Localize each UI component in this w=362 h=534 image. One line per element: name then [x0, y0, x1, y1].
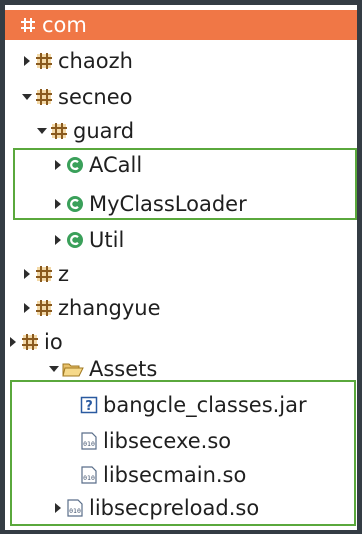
folder-open-icon: [62, 360, 84, 378]
tree-item-libsecexe-so[interactable]: 010 libsecexe.so: [5, 426, 357, 456]
svg-text:010: 010: [83, 440, 95, 448]
tree-item-label: ACall: [89, 153, 143, 177]
no-arrow: [66, 390, 78, 420]
tree-item-label: Assets: [89, 357, 158, 381]
class-icon: [66, 156, 84, 174]
tree-item-label: libsecmain.so: [103, 463, 247, 487]
expanded-arrow-icon[interactable]: [21, 82, 33, 112]
collapsed-arrow-icon[interactable]: [52, 189, 64, 219]
expand-arrow-icon[interactable]: [5, 10, 17, 40]
tree-item-acall[interactable]: ACall: [5, 150, 357, 180]
project-tree: com chaozh secneo guard ACall MyClassLoa…: [5, 5, 357, 530]
collapsed-arrow-icon[interactable]: [21, 259, 33, 289]
tree-item-label: io: [44, 330, 63, 354]
tree-item-secneo[interactable]: secneo: [5, 82, 357, 112]
binary-file-icon: 010: [80, 466, 98, 484]
tree-item-chaozh[interactable]: chaozh: [5, 46, 357, 76]
tree-item-libsecmain-so[interactable]: 010 libsecmain.so: [5, 460, 357, 490]
svg-text:010: 010: [69, 507, 81, 515]
collapsed-arrow-icon[interactable]: [21, 46, 33, 76]
tree-item-label: MyClassLoader: [89, 192, 247, 216]
tree-item-label: Util: [89, 228, 125, 252]
svg-text:?: ?: [85, 399, 93, 414]
tree-item-io[interactable]: io: [5, 327, 357, 357]
no-arrow: [66, 460, 78, 490]
tree-item-zhangyue[interactable]: zhangyue: [5, 293, 357, 323]
package-icon: [35, 52, 53, 70]
collapsed-arrow-icon[interactable]: [21, 293, 33, 323]
tree-item-label: libsecpreload.so: [89, 496, 260, 520]
expanded-arrow-icon[interactable]: [48, 354, 60, 384]
tree-item-com[interactable]: com: [5, 10, 357, 40]
tree-item-label: secneo: [58, 85, 133, 109]
tree-item-label: guard: [73, 119, 135, 143]
tree-item-label: chaozh: [58, 49, 133, 73]
tree-item-label: libsecexe.so: [103, 429, 232, 453]
binary-file-icon: 010: [66, 499, 84, 517]
tree-item-myclassloader[interactable]: MyClassLoader: [5, 189, 357, 219]
package-icon: [35, 265, 53, 283]
package-icon: [35, 299, 53, 317]
no-arrow: [66, 426, 78, 456]
tree-item-label: z: [58, 262, 70, 286]
package-icon: [21, 333, 39, 351]
collapsed-arrow-icon[interactable]: [52, 150, 64, 180]
package-icon: [19, 16, 37, 34]
binary-file-icon: 010: [80, 432, 98, 450]
tree-item-assets[interactable]: Assets: [5, 354, 357, 384]
tree-item-libsecpreload-so[interactable]: 010 libsecpreload.so: [5, 493, 357, 523]
tree-item-bangcle-classes-jar[interactable]: ? bangcle_classes.jar: [5, 390, 357, 420]
package-icon: [35, 88, 53, 106]
collapsed-arrow-icon[interactable]: [52, 493, 64, 523]
tree-item-label: bangcle_classes.jar: [103, 393, 307, 417]
collapsed-arrow-icon[interactable]: [7, 327, 19, 357]
tree-item-label: com: [42, 13, 87, 37]
tree-item-util[interactable]: Util: [5, 225, 357, 255]
collapsed-arrow-icon[interactable]: [52, 225, 64, 255]
tree-item-z[interactable]: z: [5, 259, 357, 289]
svg-text:010: 010: [83, 474, 95, 482]
unknown-file-icon: ?: [80, 396, 98, 414]
tree-item-label: zhangyue: [58, 296, 161, 320]
class-icon: [66, 231, 84, 249]
class-icon: [66, 195, 84, 213]
tree-item-guard[interactable]: guard: [5, 116, 357, 146]
package-icon: [50, 122, 68, 140]
expanded-arrow-icon[interactable]: [36, 116, 48, 146]
